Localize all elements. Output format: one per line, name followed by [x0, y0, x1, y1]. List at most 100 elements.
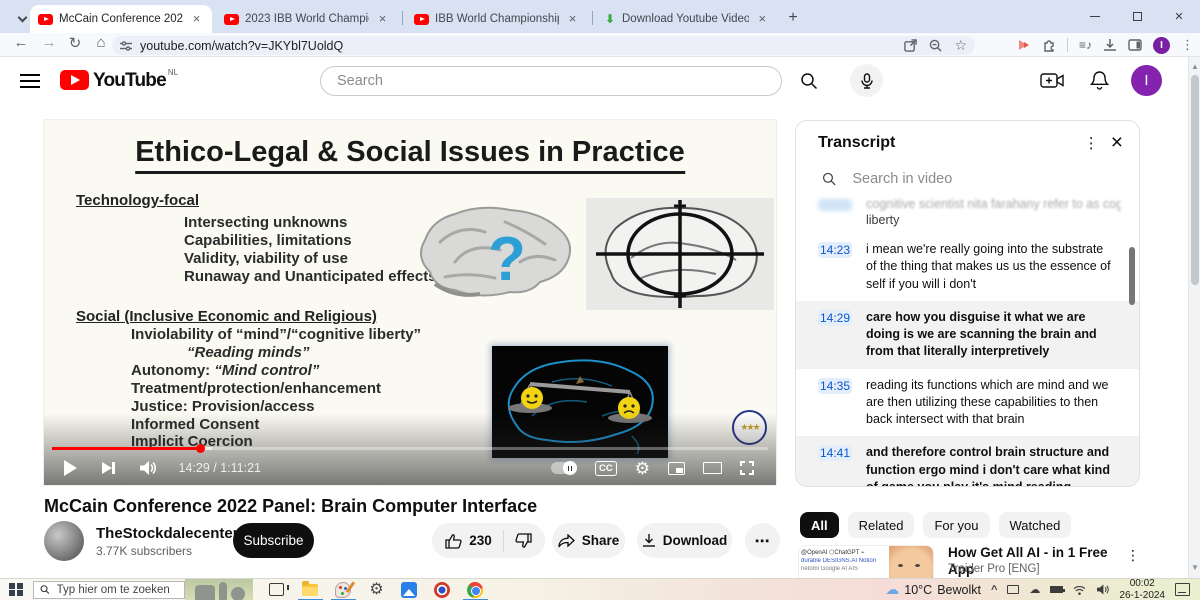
- url-bar[interactable]: youtube.com/watch?v=JKYbl7UoldQ ☆: [112, 36, 975, 55]
- tab-close-icon[interactable]: ×: [565, 11, 580, 27]
- timestamp-badge[interactable]: 14:41: [818, 445, 852, 462]
- reload-icon[interactable]: ↻: [64, 34, 86, 52]
- youtube-logo[interactable]: YouTube NL: [60, 68, 178, 92]
- battery-icon[interactable]: [1050, 586, 1066, 593]
- bookmark-star-icon[interactable]: ☆: [954, 37, 967, 54]
- transcript-entry[interactable]: 14:23 i mean we're really going into the…: [796, 233, 1139, 301]
- chrome-button[interactable]: [463, 581, 488, 600]
- tab-mccain-conference[interactable]: McCain Conference 2022 Panel: ×: [30, 5, 212, 33]
- downloads-icon[interactable]: [1103, 38, 1117, 52]
- forward-icon[interactable]: →: [38, 34, 60, 51]
- page-scrollbar-thumb[interactable]: [1191, 75, 1199, 285]
- share-button[interactable]: Share: [552, 523, 625, 558]
- captions-icon[interactable]: CC: [595, 460, 617, 476]
- wifi-icon[interactable]: [1073, 585, 1086, 595]
- start-button[interactable]: [9, 582, 23, 597]
- media-app-button[interactable]: [434, 581, 451, 598]
- transcript-close-icon[interactable]: ×: [1111, 132, 1123, 153]
- browser-menu-kebab-icon[interactable]: ⋮: [1181, 37, 1194, 53]
- tab-download-videos[interactable]: ⬇ Download Youtube Videos for F ×: [596, 5, 778, 33]
- onedrive-cloud-icon[interactable]: ☁: [1029, 583, 1040, 596]
- chip-related[interactable]: Related: [847, 512, 915, 538]
- weather-widget[interactable]: ☁ 10°C Bewolkt: [885, 581, 981, 598]
- thumbs-up-icon[interactable]: [445, 533, 462, 549]
- create-video-icon[interactable]: [1040, 71, 1064, 90]
- tablet-device-icon[interactable]: [1007, 585, 1020, 594]
- youtube-profile-avatar[interactable]: I: [1131, 65, 1162, 96]
- youtube-search-box[interactable]: [320, 66, 782, 96]
- progress-bar[interactable]: [52, 444, 768, 453]
- browser-profile-avatar[interactable]: I: [1153, 36, 1170, 54]
- channel-name[interactable]: TheStockdalecenter: [96, 525, 239, 542]
- open-in-new-icon[interactable]: [904, 39, 918, 52]
- settings-button[interactable]: ⚙: [368, 581, 385, 598]
- home-icon[interactable]: ⌂: [90, 34, 112, 51]
- page-scrollbar[interactable]: ▲ ▼: [1188, 57, 1200, 578]
- chip-watched[interactable]: Watched: [998, 512, 1072, 538]
- chip-for-you[interactable]: For you: [923, 512, 990, 538]
- new-tab-button[interactable]: +: [782, 7, 804, 29]
- more-actions-button[interactable]: ⋯: [745, 523, 780, 558]
- subscribe-button[interactable]: Subscribe: [233, 523, 314, 558]
- transcript-search-box[interactable]: [796, 165, 1139, 197]
- video-player[interactable]: Ethico-Legal & Social Issues in Practice…: [44, 120, 776, 485]
- action-center-icon[interactable]: [1175, 583, 1190, 596]
- transcript-entry-partial[interactable]: cognitive scientist nita farahany refer …: [796, 197, 1139, 233]
- scrollbar-up-icon[interactable]: ▲: [1191, 63, 1199, 71]
- taskbar-search-input[interactable]: [56, 583, 178, 596]
- chip-all[interactable]: All: [800, 512, 839, 538]
- autoplay-toggle[interactable]: [551, 461, 578, 475]
- transcript-menu-kebab-icon[interactable]: ⋮: [1072, 134, 1111, 152]
- subscriber-count: 3.77K subscribers: [96, 544, 193, 558]
- timestamp-badge[interactable]: 14:23: [818, 242, 852, 258]
- taskbar-search-box[interactable]: [33, 580, 185, 599]
- theater-mode-icon[interactable]: [703, 462, 722, 474]
- fullscreen-icon[interactable]: [740, 461, 754, 475]
- recommended-video-menu-icon[interactable]: ⋮: [1126, 547, 1140, 564]
- notifications-bell-icon[interactable]: [1090, 70, 1109, 91]
- download-button[interactable]: Download: [637, 523, 732, 558]
- system-clock[interactable]: 00:02 26-1-2024: [1119, 578, 1165, 600]
- file-explorer-button[interactable]: [298, 581, 323, 600]
- tray-expand-chevron-icon[interactable]: ^: [991, 584, 997, 596]
- volume-icon[interactable]: [139, 460, 157, 476]
- window-close-button[interactable]: ×: [1158, 0, 1200, 33]
- pink-extension-icon[interactable]: [1017, 38, 1031, 52]
- timestamp-badge[interactable]: 14:35: [818, 377, 852, 394]
- window-minimize-button[interactable]: [1074, 0, 1116, 33]
- tab-close-icon[interactable]: ×: [755, 11, 770, 27]
- zoom-icon[interactable]: [929, 39, 943, 52]
- play-icon[interactable]: [64, 460, 77, 476]
- transcript-entry-highlighted[interactable]: 14:41 and therefore control brain struct…: [796, 436, 1139, 486]
- task-view-button[interactable]: [269, 581, 286, 598]
- channel-avatar[interactable]: [44, 521, 84, 561]
- speaker-icon[interactable]: [1096, 584, 1110, 595]
- transcript-search-input[interactable]: [852, 171, 1117, 187]
- settings-gear-icon[interactable]: ⚙: [635, 460, 650, 477]
- side-panel-icon[interactable]: [1128, 38, 1142, 52]
- recommended-video-channel[interactable]: Traider Pro [ENG]: [948, 563, 1040, 575]
- voice-search-button[interactable]: [850, 64, 883, 97]
- timestamp-badge[interactable]: 14:29: [818, 309, 852, 326]
- back-icon[interactable]: ←: [10, 34, 32, 51]
- site-settings-icon[interactable]: [120, 40, 132, 52]
- extensions-puzzle-icon[interactable]: [1042, 38, 1056, 52]
- tab-close-icon[interactable]: ×: [375, 11, 390, 27]
- scrollbar-down-icon[interactable]: ▼: [1191, 564, 1199, 572]
- transcript-entry[interactable]: 14:35 reading its functions which are mi…: [796, 369, 1139, 437]
- transcript-scrollbar-thumb[interactable]: [1129, 247, 1135, 305]
- window-maximize-button[interactable]: [1116, 0, 1158, 33]
- next-icon[interactable]: [102, 462, 115, 474]
- miniplayer-icon[interactable]: [668, 461, 685, 475]
- photos-button[interactable]: [401, 581, 418, 598]
- hamburger-menu-icon[interactable]: [20, 74, 40, 88]
- transcript-entry-current[interactable]: 14:29 care how you disguise it what we a…: [796, 300, 1139, 369]
- youtube-search-input[interactable]: [337, 73, 781, 89]
- thumbs-down-icon[interactable]: [515, 532, 532, 549]
- tab-ibb-world[interactable]: IBB World Championship - YouT ×: [406, 5, 588, 33]
- tab-close-icon[interactable]: ×: [189, 11, 204, 27]
- playlist-extension-icon[interactable]: ≡♪: [1079, 38, 1092, 52]
- search-icon[interactable]: [800, 72, 818, 90]
- tab-ibb-2023[interactable]: 2023 IBB World Championship | ×: [216, 5, 398, 33]
- paint-button[interactable]: [331, 581, 356, 600]
